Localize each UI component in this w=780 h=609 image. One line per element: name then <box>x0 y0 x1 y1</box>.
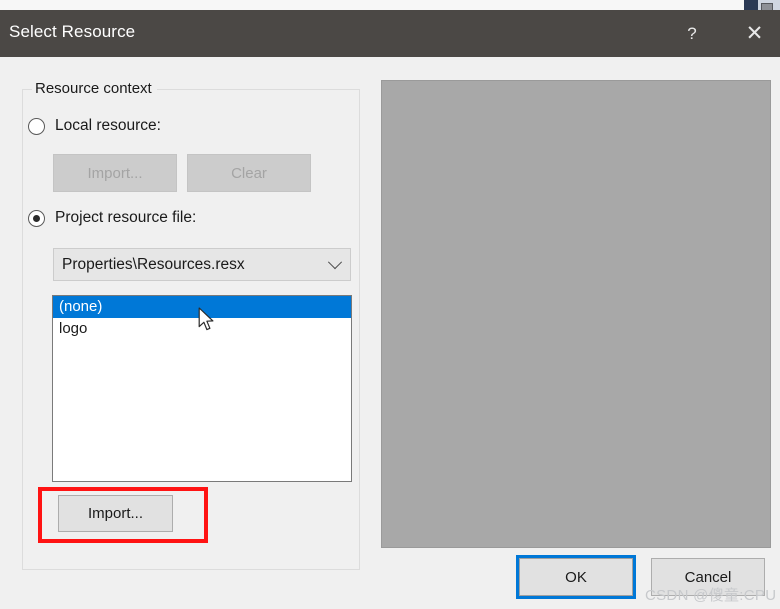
radio-project-resource-file[interactable]: Project resource file: <box>28 209 196 227</box>
resource-file-combobox[interactable]: Properties\Resources.resx <box>53 248 351 281</box>
local-clear-button[interactable]: Clear <box>187 154 311 192</box>
screen-root: Select Resource ? ✕ Resource context Loc… <box>0 0 780 609</box>
import-button[interactable]: Import... <box>58 495 173 532</box>
local-import-button[interactable]: Import... <box>53 154 177 192</box>
cancel-button[interactable]: Cancel <box>651 558 765 596</box>
help-icon[interactable]: ? <box>665 10 719 57</box>
radio-project-resource-file-label: Project resource file: <box>55 209 197 226</box>
radio-local-resource-label: Local resource: <box>55 117 161 134</box>
resource-preview-pane <box>381 80 771 548</box>
resource-listbox[interactable]: (none) logo <box>52 295 352 482</box>
resource-file-combobox-value: Properties\Resources.resx <box>62 255 245 273</box>
resource-context-legend: Resource context <box>32 80 157 97</box>
radio-checked-icon <box>28 209 45 227</box>
ok-button[interactable]: OK <box>516 555 636 599</box>
list-item[interactable]: logo <box>53 318 351 340</box>
dialog-client-area: Resource context Local resource: Import.… <box>0 57 780 609</box>
radio-unchecked-icon <box>28 117 45 135</box>
dialog-title: Select Resource <box>9 22 136 41</box>
dialog-titlebar[interactable]: Select Resource ? ✕ <box>0 10 780 57</box>
radio-local-resource[interactable]: Local resource: <box>28 117 161 135</box>
select-resource-dialog: Select Resource ? ✕ Resource context Loc… <box>0 10 780 609</box>
close-icon[interactable]: ✕ <box>729 10 780 57</box>
list-item[interactable]: (none) <box>53 296 351 318</box>
chevron-down-icon[interactable] <box>320 249 350 280</box>
